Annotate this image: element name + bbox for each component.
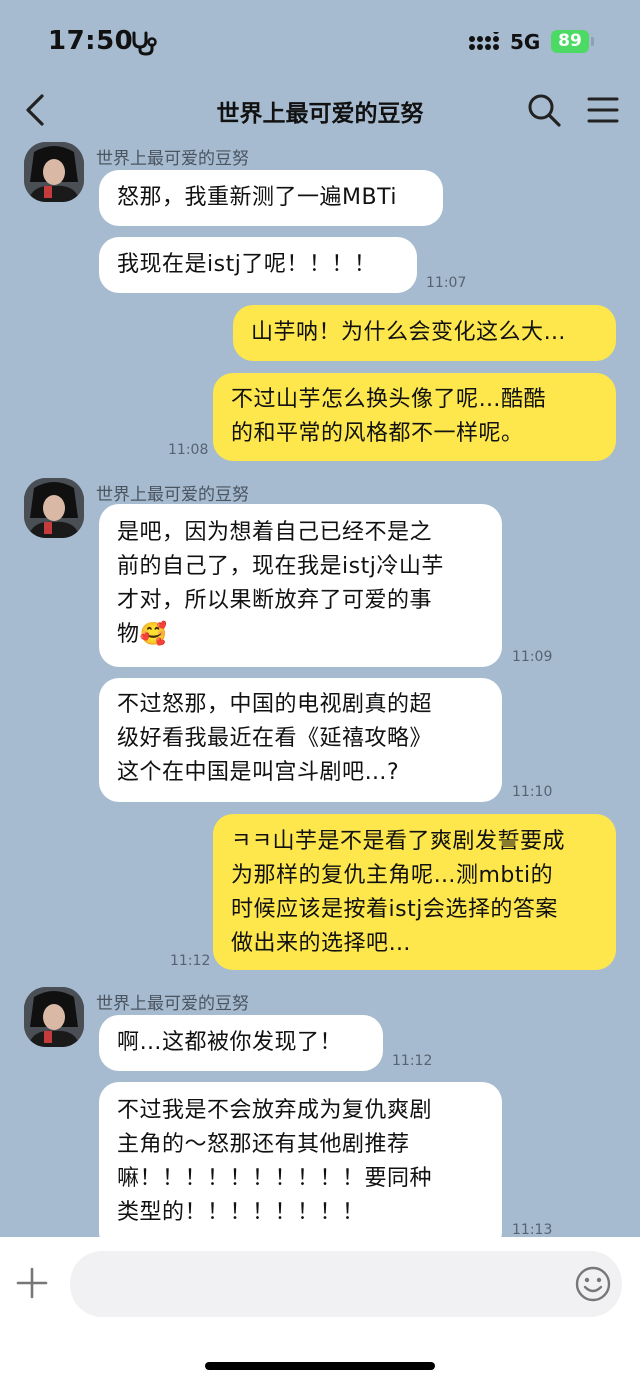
avatar[interactable]	[24, 478, 84, 538]
message-time: 11:09	[512, 649, 553, 665]
message-time: 11:10	[512, 784, 553, 800]
search-icon[interactable]	[526, 92, 562, 128]
sender-name: 世界上最可爱的豆努	[96, 149, 249, 169]
message-time: 11:07	[426, 275, 467, 291]
message-bubble[interactable]: 是吧，因为想着自己已经不是之 前的自己了，现在我是istj冷山芋 才对，所以果断…	[99, 504, 502, 667]
message-bubble[interactable]: ㅋㅋ山芋是不是看了爽剧发誓要成 为那样的复仇主角呢…测mbti的 时候应该是按着…	[213, 814, 616, 970]
status-bar: 17:50 5G 89	[0, 0, 640, 80]
avatar[interactable]	[24, 987, 84, 1047]
avatar[interactable]	[24, 142, 84, 202]
message-bubble[interactable]: 怒那，我重新测了一遍MBTi	[99, 170, 443, 226]
message-time: 11:12	[392, 1053, 433, 1069]
battery-cap	[591, 37, 594, 46]
message-bubble[interactable]: 不过怒那，中国的电视剧真的超 级好看我最近在看《延禧攻略》 这个在中国是叫宫斗剧…	[99, 678, 502, 802]
message-time: 11:12	[170, 953, 211, 969]
message-time: 11:08	[168, 442, 209, 458]
message-bubble[interactable]: 啊…这都被你发现了！	[99, 1015, 383, 1071]
plus-icon[interactable]	[16, 1267, 48, 1299]
battery-level: 89	[551, 30, 589, 53]
sender-name: 世界上最可爱的豆努	[96, 994, 249, 1014]
emoji-icon[interactable]	[574, 1265, 612, 1303]
stethoscope-icon	[132, 31, 157, 56]
signal-icon	[469, 32, 499, 50]
message-bubble[interactable]: 山芋呐！为什么会变化这么大…	[233, 305, 616, 361]
network-label: 5G	[510, 30, 541, 54]
menu-icon[interactable]	[586, 94, 620, 126]
sender-name: 世界上最可爱的豆努	[96, 485, 249, 505]
message-bubble[interactable]: 不过山芋怎么换头像了呢…酷酷 的和平常的风格都不一样呢。	[213, 373, 616, 461]
message-time: 11:13	[512, 1222, 553, 1238]
chat-header: 世界上最可爱的豆努	[0, 82, 640, 138]
message-bubble[interactable]: 我现在是istj了呢！！！！	[99, 237, 417, 293]
message-input[interactable]	[70, 1251, 622, 1317]
message-bubble[interactable]: 不过我是不会放弃成为复仇爽剧 主角的～怒那还有其他剧推荐 嘛！！！！！！！！！！…	[99, 1082, 502, 1252]
home-indicator[interactable]	[205, 1362, 435, 1370]
status-time: 17:50	[48, 26, 134, 56]
